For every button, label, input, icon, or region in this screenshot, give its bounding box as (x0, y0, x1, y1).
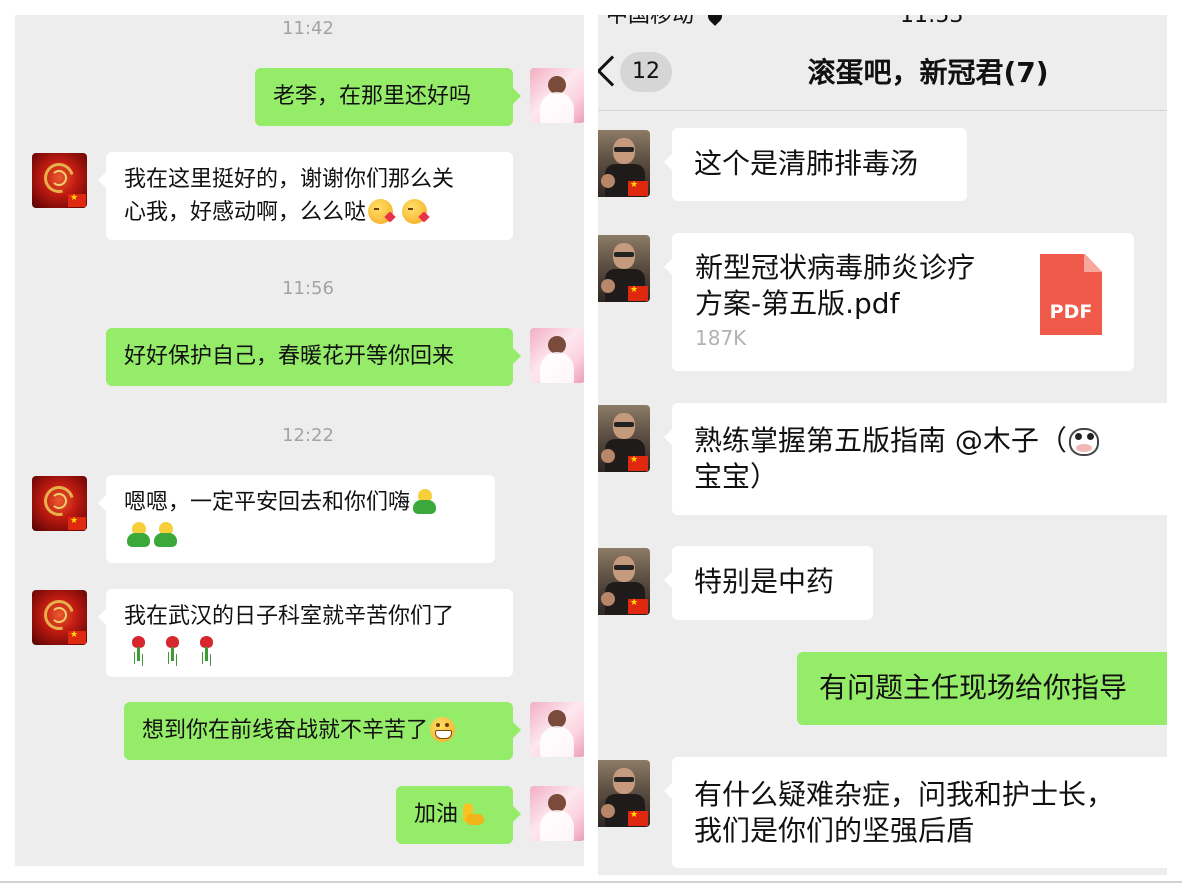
message-bubble-other[interactable]: 我在武汉的日子科室就辛苦你们了 (98, 589, 513, 677)
message-text: 有问题主任现场给你指导 (819, 671, 1128, 704)
message-bubble-other[interactable]: 这个是清肺排毒汤 (664, 128, 967, 201)
china-flag-icon (628, 284, 648, 301)
china-flag-icon (628, 179, 648, 196)
china-flag-icon (628, 809, 648, 826)
rose-emoji-icon (160, 636, 185, 661)
self-avatar[interactable] (530, 328, 584, 383)
hug-emoji-icon (153, 522, 178, 547)
message-text: 熟练掌握第五版指南 @木子（ (694, 424, 1067, 457)
wifi-icon (705, 15, 725, 26)
china-flag-icon (68, 515, 86, 530)
message-text: 宝宝） (694, 460, 779, 493)
file-size: 187K (695, 326, 747, 350)
message-text: 加油 (414, 802, 459, 827)
message-text: 我在这里挺好的，谢谢你们那么关 (124, 167, 455, 192)
contact-avatar[interactable] (598, 548, 650, 615)
timestamp: 12:22 (282, 425, 334, 446)
left-chat-panel: 11:42 老李，在那里还好吗 我在这里挺好的，谢谢你们那么关 心我，好感动啊，… (15, 15, 584, 866)
kiss-emoji-icon (368, 199, 394, 224)
rose-emoji-icon (126, 636, 151, 661)
contact-avatar[interactable] (598, 760, 650, 827)
contact-avatar[interactable] (32, 153, 87, 208)
message-text: 心我，好感动啊，么么哒 (124, 200, 367, 225)
message-bubble-other[interactable]: 有什么疑难杂症，问我和护士长， 我们是你们的坚强后盾 (664, 757, 1167, 868)
bottom-divider (0, 881, 1182, 883)
hug-emoji-icon (126, 522, 151, 547)
status-carrier: 中国移动 (606, 15, 695, 28)
message-text: 这个是清肺排毒汤 (694, 147, 919, 180)
message-bubble-self[interactable]: 有问题主任现场给你指导 (797, 652, 1167, 725)
cow-emoji-icon (1068, 428, 1099, 456)
unread-count-badge[interactable]: 12 (620, 52, 672, 92)
message-bubble-other[interactable]: 我在这里挺好的，谢谢你们那么关 心我，好感动啊，么么哒 (98, 152, 513, 240)
pdf-icon-label: PDF (1049, 301, 1093, 323)
header-divider (598, 110, 1167, 111)
message-bubble-self[interactable]: 老李，在那里还好吗 (255, 68, 521, 126)
china-flag-icon (68, 192, 86, 207)
timestamp: 11:56 (282, 278, 334, 299)
message-text: 好好保护自己，春暖花开等你回来 (124, 344, 455, 369)
self-avatar[interactable] (530, 68, 584, 123)
rose-emoji-icon (194, 636, 219, 661)
message-text: 嗯嗯，一定平安回去和你们嗨 (124, 490, 411, 515)
china-flag-icon (628, 454, 648, 471)
message-bubble-self[interactable]: 想到你在前线奋战就不辛苦了 (124, 702, 521, 760)
message-bubble-self[interactable]: 好好保护自己，春暖花开等你回来 (106, 328, 521, 386)
contact-avatar[interactable] (598, 130, 650, 197)
message-text: 特别是中药 (694, 565, 835, 598)
message-text: 老李，在那里还好吗 (273, 84, 472, 109)
china-flag-icon (68, 629, 86, 644)
strong-arm-emoji-icon (460, 801, 485, 826)
message-text: 想到你在前线奋战就不辛苦了 (142, 718, 429, 743)
file-message-bubble[interactable]: 新型冠状病毒肺炎诊疗 方案-第五版.pdf 187K PDF (664, 233, 1134, 371)
message-text: 我们是你们的坚强后盾 (694, 814, 975, 847)
timestamp: 11:42 (282, 18, 334, 39)
message-bubble-self[interactable]: 加油 (396, 786, 521, 844)
message-bubble-other[interactable]: 嗯嗯，一定平安回去和你们嗨 (98, 475, 495, 563)
message-bubble-other[interactable]: 特别是中药 (664, 546, 873, 620)
kiss-emoji-icon (402, 199, 428, 224)
chat-title[interactable]: 滚蛋吧，新冠君(7) (728, 53, 1128, 93)
contact-avatar[interactable] (32, 590, 87, 645)
pdf-file-icon: PDF (1040, 254, 1102, 335)
contact-avatar[interactable] (32, 476, 87, 531)
status-time: 11:53 (900, 15, 964, 28)
right-chat-panel: 中国移动 11:53 12 滚蛋吧，新冠君(7) 这个是清肺排毒汤 新型冠状病毒… (598, 15, 1167, 875)
china-flag-icon (628, 597, 648, 614)
self-avatar[interactable] (530, 702, 584, 757)
hug-emoji-icon (412, 489, 437, 514)
message-text: 有什么疑难杂症，问我和护士长， (694, 778, 1115, 811)
grin-emoji-icon (430, 717, 456, 742)
message-text: 我在武汉的日子科室就辛苦你们了 (124, 604, 455, 629)
self-avatar[interactable] (530, 786, 584, 841)
message-bubble-other[interactable]: 熟练掌握第五版指南 @木子（ 宝宝） (664, 403, 1167, 515)
contact-avatar[interactable] (598, 235, 650, 302)
contact-avatar[interactable] (598, 405, 650, 472)
